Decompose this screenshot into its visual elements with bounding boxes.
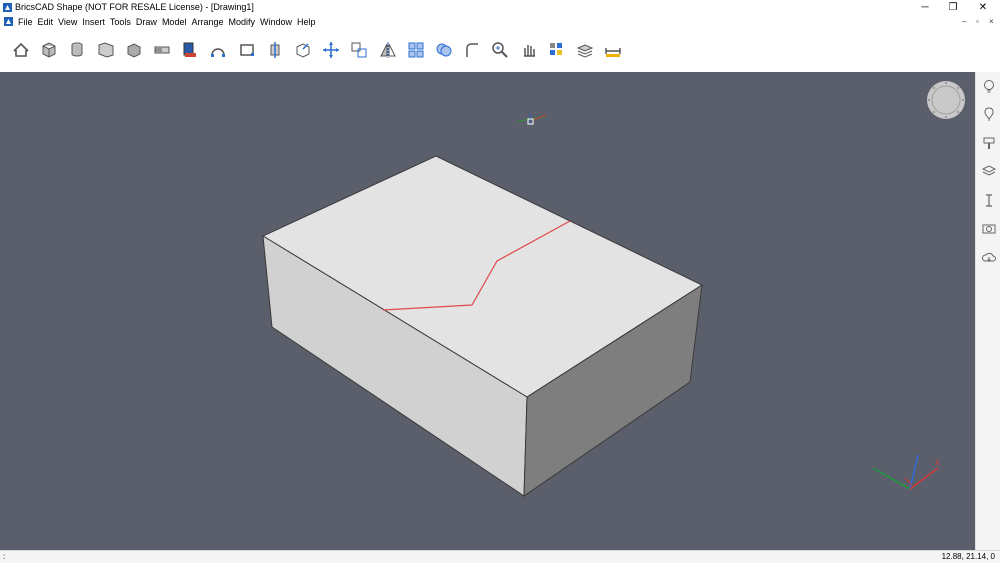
move-tool-button[interactable]	[319, 38, 343, 62]
close-button[interactable]: ✕	[968, 0, 998, 15]
paint-panel-button[interactable]	[980, 134, 997, 151]
cursor-coordinates: 12.88, 21.14, 0	[941, 552, 995, 561]
bricscad-logo-icon	[3, 3, 12, 12]
zoom-icon	[492, 42, 509, 58]
move-icon	[323, 42, 340, 58]
menu-window[interactable]: Window	[260, 16, 292, 28]
dimension-tool-button[interactable]	[601, 38, 625, 62]
union-tool-button[interactable]	[432, 38, 456, 62]
balloon-icon	[984, 107, 993, 121]
layers-toolbar-tool-button[interactable]	[573, 38, 597, 62]
rectangle-icon	[239, 44, 254, 56]
layers-panel-button[interactable]	[980, 163, 997, 180]
extrude-face-icon	[296, 43, 310, 58]
text-cursor-panel-button[interactable]	[980, 191, 997, 208]
menu-modify[interactable]: Modify	[228, 16, 255, 28]
doc-minimize-button[interactable]: –	[962, 16, 966, 28]
layers-toolbar-icon	[576, 44, 594, 58]
toolbar	[0, 29, 1000, 73]
menu-bar: File Edit View Insert Tools Draw Model Arrange M…	[0, 15, 1000, 29]
push-pull-icon	[270, 42, 280, 58]
box-tool-button[interactable]	[37, 38, 61, 62]
menu-view[interactable]: View	[58, 16, 77, 28]
paint-icon	[983, 137, 994, 149]
rectangle-tool-button[interactable]	[235, 38, 259, 62]
camera-icon	[982, 224, 995, 234]
right-side-panel	[975, 72, 1000, 550]
minimize-button[interactable]: ─	[910, 0, 940, 15]
push-pull-tool-button[interactable]	[263, 38, 287, 62]
menu-file[interactable]: File	[18, 16, 33, 28]
mirror-tool-button[interactable]	[376, 38, 400, 62]
union-icon	[436, 43, 452, 57]
extrude-face-tool-button[interactable]	[291, 38, 315, 62]
solid-tool-button[interactable]	[122, 38, 146, 62]
menu-help[interactable]: Help	[297, 16, 316, 28]
slab-tool-button[interactable]	[150, 38, 174, 62]
render-icon	[549, 43, 562, 55]
arc-tool-button[interactable]	[206, 38, 230, 62]
lightbulb-panel-button[interactable]	[980, 77, 997, 94]
menu-items: File Edit View Insert Tools Draw Model Arrange M…	[18, 16, 321, 28]
document-icon[interactable]	[4, 17, 13, 26]
title-bar: BricsCAD Shape (NOT FOR RESALE License) …	[0, 0, 1000, 15]
camera-panel-button[interactable]	[980, 220, 997, 237]
mirror-icon	[379, 42, 396, 58]
cloud-icon	[981, 252, 996, 262]
ucs-origin-icon	[517, 113, 547, 125]
fillet-icon	[466, 43, 479, 57]
menu-model[interactable]: Model	[162, 16, 187, 28]
window-library-tool-button[interactable]	[178, 38, 202, 62]
copy-icon	[351, 42, 367, 58]
doc-close-button[interactable]: ×	[989, 16, 994, 28]
pan-icon	[523, 45, 535, 57]
status-bar: : 12.88, 21.14, 0	[0, 550, 1000, 563]
fillet-tool-button[interactable]	[460, 38, 484, 62]
arc-icon	[211, 48, 226, 57]
copy-tool-button[interactable]	[347, 38, 371, 62]
menu-draw[interactable]: Draw	[136, 16, 157, 28]
menu-edit[interactable]: Edit	[38, 16, 54, 28]
lightbulb-icon	[983, 79, 994, 92]
home-icon	[13, 42, 29, 57]
menu-tools[interactable]: Tools	[110, 16, 131, 28]
array-icon	[408, 42, 424, 58]
view-compass[interactable]	[926, 80, 966, 120]
scene-canvas[interactable]: x	[0, 72, 975, 550]
window-title: BricsCAD Shape (NOT FOR RESALE License) …	[15, 2, 254, 12]
cloud-panel-button[interactable]	[980, 248, 997, 265]
zoom-tool-button[interactable]	[488, 38, 512, 62]
command-prompt[interactable]: :	[3, 551, 5, 563]
slab-icon	[154, 46, 170, 54]
model-viewport[interactable]: x	[0, 72, 975, 550]
menu-insert[interactable]: Insert	[82, 16, 105, 28]
window-library-icon	[183, 42, 197, 57]
solid-icon	[127, 43, 141, 58]
layers-icon	[981, 165, 996, 176]
dimension-icon	[605, 48, 621, 57]
balloon-panel-button[interactable]	[980, 106, 997, 123]
array-tool-button[interactable]	[404, 38, 428, 62]
wall-tool-button[interactable]	[94, 38, 118, 62]
text-cursor-icon	[985, 193, 992, 207]
home-tool-button[interactable]	[9, 38, 33, 62]
cylinder-icon	[71, 42, 83, 57]
render-tool-button[interactable]	[545, 38, 569, 62]
wall-icon	[98, 42, 114, 58]
cylinder-tool-button[interactable]	[65, 38, 89, 62]
world-axes-icon: x	[872, 454, 940, 490]
svg-text:x: x	[935, 457, 940, 467]
restore-button[interactable]: ❐	[938, 0, 968, 15]
pan-tool-button[interactable]	[517, 38, 541, 62]
menu-arrange[interactable]: Arrange	[191, 16, 223, 28]
doc-restore-button[interactable]: ▫	[976, 16, 979, 28]
box-icon	[42, 42, 56, 58]
